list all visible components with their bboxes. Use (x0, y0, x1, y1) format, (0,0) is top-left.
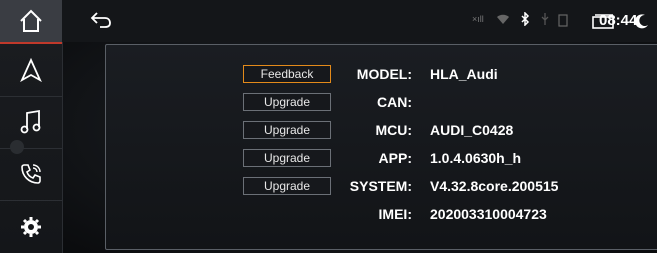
upgrade-mcu-button[interactable]: Upgrade (243, 121, 331, 139)
mcu-label: MCU: (375, 122, 412, 138)
imei-value: 202003310004723 (430, 206, 547, 222)
bluetooth-icon (520, 12, 530, 26)
sidebar-home-button[interactable] (0, 0, 62, 44)
can-label: CAN: (377, 94, 412, 110)
sidebar-settings-button[interactable] (0, 200, 62, 253)
main-content: Feedback Upgrade Upgrade Upgrade Upgrade… (63, 42, 657, 253)
battery-icon (558, 13, 568, 27)
model-label: MODEL: (356, 66, 412, 82)
wifi-icon (496, 13, 510, 25)
sidebar-phone-button[interactable] (0, 148, 62, 201)
usb-icon (540, 12, 550, 26)
app-label: APP: (378, 150, 412, 166)
upgrade-app-button[interactable]: Upgrade (243, 149, 331, 167)
app-value: 1.0.4.0630h_h (430, 150, 522, 166)
mcu-value: AUDI_C0428 (430, 122, 514, 138)
settings-icon (20, 216, 42, 238)
system-info-panel: Feedback Upgrade Upgrade Upgrade Upgrade… (105, 44, 657, 250)
phone-icon (19, 162, 43, 186)
upgrade-can-button[interactable]: Upgrade (243, 93, 331, 111)
sidebar-navigation-button[interactable] (0, 44, 62, 97)
signal-indicator: ×ıll (472, 14, 484, 24)
system-value: V4.32.8core.200515 (430, 178, 559, 194)
navigation-icon (19, 58, 43, 82)
overview-icon[interactable] (592, 14, 616, 30)
system-label: SYSTEM: (349, 178, 412, 194)
sidebar (0, 0, 63, 253)
music-icon (19, 109, 43, 135)
screen: ×ıll 08:44 Feedback Upgrade Upgrade Upgr… (0, 0, 657, 253)
status-bar: ×ıll 08:44 (62, 0, 657, 42)
feedback-button[interactable]: Feedback (243, 65, 331, 83)
back-icon[interactable] (90, 11, 112, 29)
imei-label: IMEI: (378, 206, 412, 222)
sidebar-music-button[interactable] (0, 96, 62, 149)
home-icon (18, 8, 44, 34)
upgrade-system-button[interactable]: Upgrade (243, 177, 331, 195)
model-value: HLA_Audi (430, 66, 498, 82)
night-mode-icon[interactable] (634, 13, 650, 29)
